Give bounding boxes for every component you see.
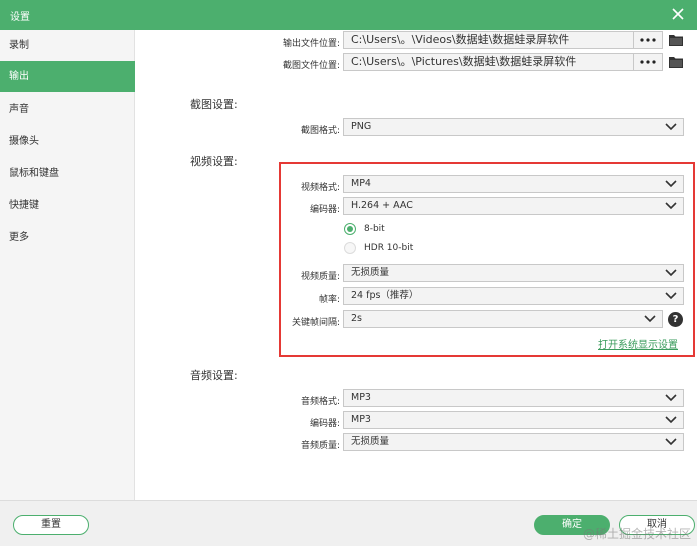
audio-quality-label: 音频质量: bbox=[300, 441, 340, 451]
screenshot-format-value: PNG bbox=[351, 121, 372, 132]
frame-rate-value: 24 fps（推荐） bbox=[351, 290, 419, 301]
sidebar-item-output[interactable]: 输出 bbox=[0, 61, 135, 92]
footer: 重置 确定 取消 @稀土掘金技术社区 bbox=[0, 500, 697, 546]
title-bar: 设置 bbox=[0, 0, 697, 30]
folder-icon[interactable] bbox=[668, 55, 684, 69]
video-quality-select[interactable]: 无损质量 bbox=[343, 264, 684, 282]
audio-encoder-select[interactable]: MP3 bbox=[343, 411, 684, 429]
chevron-down-icon bbox=[665, 202, 677, 210]
screenshot-location-browse-button[interactable] bbox=[633, 53, 663, 71]
screenshot-format-label: 截图格式: bbox=[300, 126, 340, 136]
output-location-browse-button[interactable] bbox=[633, 31, 663, 49]
screenshot-settings-heading: 截图设置: bbox=[190, 98, 238, 111]
sidebar-item-record[interactable]: 录制 bbox=[0, 30, 135, 61]
output-location-label: 输出文件位置: bbox=[282, 39, 340, 49]
bit-depth-8bit-radio[interactable] bbox=[344, 223, 356, 235]
chevron-down-icon bbox=[665, 180, 677, 188]
chevron-down-icon bbox=[665, 394, 677, 402]
output-location-field[interactable]: C:\Users\。\Videos\数据蛙\数据蛙录屏软件 bbox=[343, 31, 634, 49]
bit-depth-8bit-label: 8-bit bbox=[364, 224, 385, 234]
video-settings-heading: 视频设置: bbox=[190, 155, 238, 168]
watermark: @稀土掘金技术社区 bbox=[582, 527, 691, 541]
sidebar-item-mouse-keyboard[interactable]: 鼠标和键盘 bbox=[0, 158, 135, 189]
bit-depth-hdr-label: HDR 10-bit bbox=[364, 243, 414, 253]
sidebar: 录制 输出 声音 摄像头 鼠标和键盘 快捷键 更多 bbox=[0, 30, 135, 500]
sidebar-item-more[interactable]: 更多 bbox=[0, 222, 135, 253]
audio-encoder-label: 编码器: bbox=[309, 419, 340, 429]
more-dots-icon bbox=[640, 38, 656, 42]
audio-encoder-value: MP3 bbox=[351, 414, 371, 425]
audio-format-value: MP3 bbox=[351, 392, 371, 403]
video-format-value: MP4 bbox=[351, 178, 371, 189]
close-icon[interactable] bbox=[667, 3, 689, 25]
audio-format-label: 音频格式: bbox=[300, 397, 340, 407]
screenshot-format-select[interactable]: PNG bbox=[343, 118, 684, 136]
video-quality-value: 无损质量 bbox=[351, 267, 390, 278]
more-dots-icon bbox=[640, 60, 656, 64]
audio-quality-select[interactable]: 无损质量 bbox=[343, 433, 684, 451]
sidebar-item-camera[interactable]: 摄像头 bbox=[0, 126, 135, 157]
chevron-down-icon bbox=[665, 269, 677, 277]
reset-button[interactable]: 重置 bbox=[13, 515, 89, 535]
open-display-settings-link[interactable]: 打开系统显示设置 bbox=[598, 336, 678, 351]
video-encoder-value: H.264 + AAC bbox=[351, 200, 413, 211]
bit-depth-hdr-radio[interactable] bbox=[344, 242, 356, 254]
help-icon[interactable]: ? bbox=[668, 312, 683, 327]
folder-icon[interactable] bbox=[668, 33, 684, 47]
screenshot-location-label: 截图文件位置: bbox=[282, 61, 340, 71]
video-quality-label: 视频质量: bbox=[300, 272, 340, 282]
keyframe-interval-select[interactable]: 2s bbox=[343, 310, 663, 328]
sidebar-item-sound[interactable]: 声音 bbox=[0, 94, 135, 125]
keyframe-interval-label: 关键帧间隔: bbox=[291, 318, 340, 328]
video-format-select[interactable]: MP4 bbox=[343, 175, 684, 193]
chevron-down-icon bbox=[665, 123, 677, 131]
window-title: 设置 bbox=[10, 12, 30, 23]
audio-quality-value: 无损质量 bbox=[351, 436, 390, 447]
frame-rate-label: 帧率: bbox=[318, 295, 340, 305]
sidebar-item-hotkeys[interactable]: 快捷键 bbox=[0, 190, 135, 221]
chevron-down-icon bbox=[665, 416, 677, 424]
frame-rate-select[interactable]: 24 fps（推荐） bbox=[343, 287, 684, 305]
chevron-down-icon bbox=[665, 438, 677, 446]
keyframe-interval-value: 2s bbox=[351, 313, 362, 324]
audio-settings-heading: 音频设置: bbox=[190, 369, 238, 382]
screenshot-location-field[interactable]: C:\Users\。\Pictures\数据蛙\数据蛙录屏软件 bbox=[343, 53, 634, 71]
video-format-label: 视频格式: bbox=[300, 183, 340, 193]
video-encoder-select[interactable]: H.264 + AAC bbox=[343, 197, 684, 215]
chevron-down-icon bbox=[644, 315, 656, 323]
video-encoder-label: 编码器: bbox=[309, 205, 340, 215]
audio-format-select[interactable]: MP3 bbox=[343, 389, 684, 407]
chevron-down-icon bbox=[665, 292, 677, 300]
